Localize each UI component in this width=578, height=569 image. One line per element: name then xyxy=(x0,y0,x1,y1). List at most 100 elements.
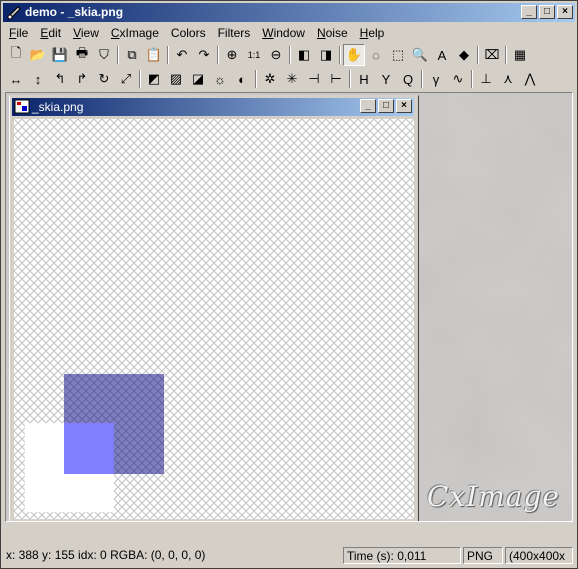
menu-filters[interactable]: Filters xyxy=(212,26,257,40)
rotate-button[interactable]: ↻ xyxy=(93,68,115,90)
title-bar[interactable]: demo - _skia.png _ □ × xyxy=(3,3,575,22)
menu-mnemonic: N xyxy=(316,25,326,40)
menu-mnemonic: C xyxy=(110,25,120,40)
menu-label: oise xyxy=(325,25,348,40)
histogram-button[interactable]: ▦ xyxy=(509,44,531,66)
edge-button[interactable]: ⊣ xyxy=(303,68,325,90)
app-icon xyxy=(7,6,21,20)
sharpen-button[interactable]: ⋀ xyxy=(519,68,541,90)
image-canvas[interactable] xyxy=(14,119,414,519)
zoom-1to1-icon: 1:1 xyxy=(247,50,261,60)
menu-mnemonic: W xyxy=(262,25,274,40)
toolbar-separator xyxy=(475,45,481,65)
brightness-button[interactable]: ☼ xyxy=(209,68,231,90)
print-icon: 🖶 xyxy=(75,45,89,60)
toolbar-separator xyxy=(503,45,509,65)
zoom-in-button[interactable]: ⊕ xyxy=(221,44,243,66)
child-minimize-button[interactable]: _ xyxy=(360,99,376,113)
magnifier-button[interactable]: 🔍 xyxy=(409,44,431,66)
open-button[interactable]: 📂 xyxy=(27,44,49,66)
menu-colors[interactable]: Colors xyxy=(165,26,212,40)
histogram-icon: ▦ xyxy=(513,47,527,62)
lasso-button[interactable]: ◌ xyxy=(365,44,387,66)
flip-v-button[interactable]: ↕ xyxy=(27,68,49,90)
image-window-title-bar[interactable]: _skia.png _ □ × xyxy=(12,98,414,116)
menu-label: dit xyxy=(48,25,62,40)
sharpen-icon: ⋀ xyxy=(524,71,536,86)
menu-label: xImage xyxy=(119,25,159,40)
fill-button[interactable]: ◆ xyxy=(453,44,475,66)
yuv-split-button[interactable]: Y xyxy=(375,68,397,90)
child-close-button[interactable]: × xyxy=(396,99,412,113)
yiq-split-icon: Q xyxy=(402,71,414,87)
crop-button[interactable]: ⌧ xyxy=(481,44,503,66)
zoom-out-button[interactable]: ⊖ xyxy=(265,44,287,66)
redo-icon: ↷ xyxy=(198,47,210,62)
child-maximize-button[interactable]: □ xyxy=(378,99,394,113)
zoom-in-icon: ⊕ xyxy=(226,47,238,62)
resize-button[interactable]: ⤢ xyxy=(115,68,137,90)
menu-bar: File Edit View CxImage Colors Filters Window No… xyxy=(3,23,575,42)
jitter-button[interactable]: ⊥ xyxy=(475,68,497,90)
filter-icon: ⛉ xyxy=(99,47,109,62)
main-window: demo - _skia.png _ □ × File Edit View CxIma… xyxy=(0,0,578,569)
jitter-icon: ⊥ xyxy=(480,71,492,86)
menu-window[interactable]: Window xyxy=(256,26,311,40)
yiq-split-button[interactable]: Q xyxy=(397,68,419,90)
image-document-icon xyxy=(14,99,30,114)
maximize-button[interactable]: □ xyxy=(539,5,555,19)
close-icon: × xyxy=(401,100,407,111)
toolbar-separator xyxy=(287,45,293,65)
menu-noise[interactable]: Noise xyxy=(311,26,354,40)
new-button[interactable]: 🗋 xyxy=(5,44,27,66)
edge-icon: ⊣ xyxy=(308,71,320,86)
prev-frame-icon: ◧ xyxy=(297,47,311,62)
menu-cximage[interactable]: CxImage xyxy=(105,26,165,40)
brightness-icon: ☼ xyxy=(214,71,226,87)
negative-button[interactable]: ◩ xyxy=(143,68,165,90)
gray-button[interactable]: ▨ xyxy=(165,68,187,90)
image-window-title: _skia.png xyxy=(32,100,84,114)
filter-button[interactable]: ⛉ xyxy=(93,44,115,66)
prev-frame-button[interactable]: ◧ xyxy=(293,44,315,66)
threshold-button[interactable]: ◪ xyxy=(187,68,209,90)
close-button[interactable]: × xyxy=(557,5,573,19)
status-time: Time (s): 0,011 xyxy=(343,547,461,564)
flip-v-icon: ↕ xyxy=(34,71,42,87)
hsl-split-button[interactable]: H xyxy=(353,68,375,90)
rect-select-button[interactable]: ⬚ xyxy=(387,44,409,66)
menu-file[interactable]: File xyxy=(3,26,34,40)
menu-help[interactable]: Help xyxy=(354,26,391,40)
toolbar-separator xyxy=(469,69,475,89)
status-format: PNG xyxy=(463,547,503,564)
dilate-button[interactable]: ✳ xyxy=(281,68,303,90)
redo-button[interactable]: ↷ xyxy=(193,44,215,66)
flip-h-button[interactable]: ↔ xyxy=(5,68,27,90)
minimize-button[interactable]: _ xyxy=(521,5,537,19)
contrast-button[interactable]: ◐ xyxy=(231,68,253,90)
image-window[interactable]: _skia.png _ □ × xyxy=(9,95,419,521)
maximize-icon: □ xyxy=(543,6,551,17)
yuv-split-icon: Y xyxy=(381,71,391,87)
rotate-left-button[interactable]: ↰ xyxy=(49,68,71,90)
print-button[interactable]: 🖶 xyxy=(71,44,93,66)
menu-view[interactable]: View xyxy=(67,26,105,40)
copy-icon: ⧉ xyxy=(127,47,137,62)
blur-button[interactable]: ⋏ xyxy=(497,68,519,90)
erode-button[interactable]: ✲ xyxy=(259,68,281,90)
menu-edit[interactable]: Edit xyxy=(34,26,67,40)
median-button[interactable]: ∿ xyxy=(447,68,469,90)
rotate-right-button[interactable]: ↱ xyxy=(71,68,93,90)
paste-button[interactable]: 📋 xyxy=(143,44,165,66)
gamma-button[interactable]: γ xyxy=(425,68,447,90)
next-frame-button[interactable]: ◨ xyxy=(315,44,337,66)
copy-button[interactable]: ⧉ xyxy=(121,44,143,66)
toolbar-separator xyxy=(337,45,343,65)
zoom-1to1-button[interactable]: 1:1 xyxy=(243,44,265,66)
save-button[interactable]: 💾 xyxy=(49,44,71,66)
contour-button[interactable]: ⊢ xyxy=(325,68,347,90)
undo-button[interactable]: ↶ xyxy=(171,44,193,66)
hand-button[interactable]: ✋ xyxy=(343,44,365,66)
fill-icon: ◆ xyxy=(459,47,469,62)
text-button[interactable]: A xyxy=(431,44,453,66)
